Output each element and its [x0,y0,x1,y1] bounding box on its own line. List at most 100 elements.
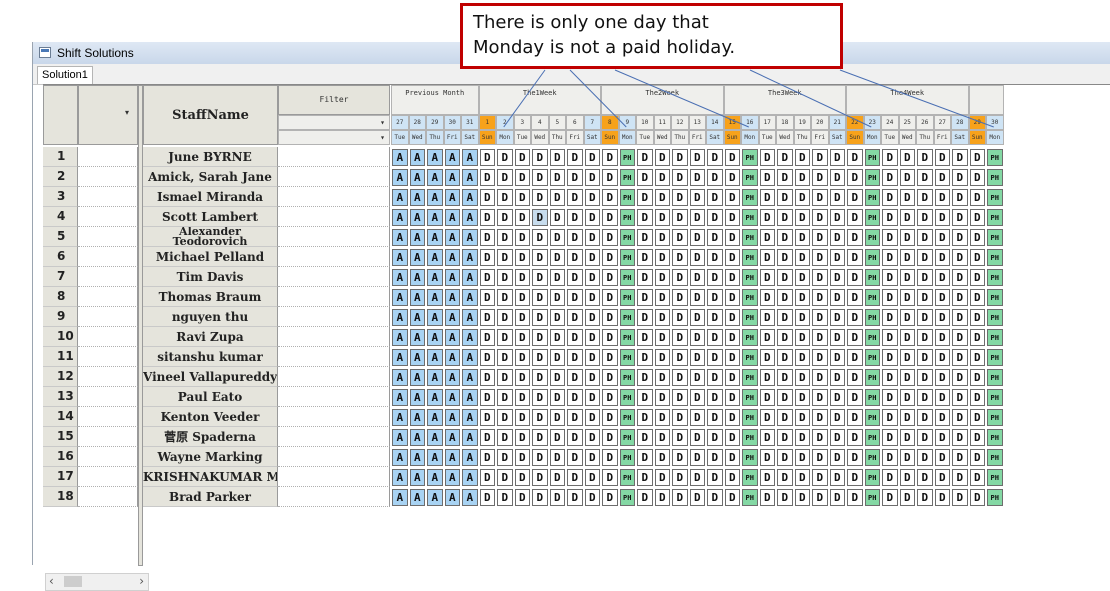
shift-cell[interactable]: D [532,389,548,406]
shift-cell[interactable]: D [549,489,565,506]
shift-cell[interactable]: D [882,149,898,166]
shift-cell[interactable]: D [759,289,775,306]
shift-cell[interactable]: D [969,269,985,286]
shift-cell[interactable]: D [549,389,565,406]
shift-cell[interactable]: D [794,389,810,406]
shift-cell[interactable]: PH [619,209,635,226]
shift-cell[interactable]: D [689,469,705,486]
shift-cell[interactable]: D [724,449,740,466]
shift-cell[interactable]: D [777,429,793,446]
shift-cell[interactable]: D [567,489,583,506]
shift-cell[interactable]: D [532,469,548,486]
shift-cell[interactable]: D [584,469,600,486]
shift-cell[interactable]: D [532,249,548,266]
shift-cell[interactable]: A [392,269,408,286]
filter-dropdown-2[interactable]: ▾ [278,130,390,145]
shift-cell[interactable]: D [707,489,723,506]
shift-cell[interactable]: A [392,249,408,266]
shift-cell[interactable]: A [462,229,478,246]
shift-cell[interactable]: D [829,329,845,346]
shift-cell[interactable]: D [584,389,600,406]
shift-cell[interactable]: D [637,249,653,266]
shift-cell[interactable]: D [672,169,688,186]
shift-cell[interactable]: D [794,229,810,246]
shift-cell[interactable]: D [899,329,915,346]
shift-cell[interactable]: D [549,329,565,346]
shift-cell[interactable]: A [462,309,478,326]
shift-cell[interactable]: D [812,269,828,286]
shift-cell[interactable]: D [812,209,828,226]
chevron-down-icon[interactable]: ▾ [380,133,385,142]
shift-cell[interactable]: D [882,429,898,446]
shift-cell[interactable]: D [567,149,583,166]
shift-cell[interactable]: D [952,409,968,426]
shift-cell[interactable]: D [689,309,705,326]
shift-cell[interactable]: D [969,249,985,266]
staff-name[interactable]: sitanshu kumar [143,347,278,367]
shift-cell[interactable]: D [899,489,915,506]
shift-cell[interactable]: D [917,289,933,306]
shift-cell[interactable]: D [637,369,653,386]
shift-cell[interactable]: D [549,189,565,206]
shift-cell[interactable]: A [462,169,478,186]
shift-cell[interactable]: D [567,349,583,366]
shift-cell[interactable]: D [637,229,653,246]
shift-cell[interactable]: D [654,209,670,226]
shift-cell[interactable]: PH [619,349,635,366]
shift-cell[interactable]: D [917,189,933,206]
shift-cell[interactable]: D [567,269,583,286]
shift-cell[interactable]: D [532,189,548,206]
shift-cell[interactable]: D [602,229,618,246]
shift-cell[interactable]: D [479,269,495,286]
shift-cell[interactable]: D [934,209,950,226]
shift-cell[interactable]: D [532,309,548,326]
shift-cell[interactable]: D [882,449,898,466]
shift-cell[interactable]: D [759,309,775,326]
scroll-thumb[interactable] [64,576,82,587]
shift-cell[interactable]: A [444,269,460,286]
shift-cell[interactable]: A [409,469,425,486]
shift-cell[interactable]: A [392,149,408,166]
shift-cell[interactable]: D [707,209,723,226]
shift-cell[interactable]: D [602,169,618,186]
shift-cell[interactable]: D [952,289,968,306]
shift-cell[interactable]: D [899,409,915,426]
shift-cell[interactable]: PH [742,289,758,306]
chevron-down-icon[interactable]: ▾ [380,118,385,127]
shift-cell[interactable]: D [812,349,828,366]
shift-cell[interactable]: D [794,289,810,306]
shift-cell[interactable]: D [899,189,915,206]
shift-cell[interactable]: D [952,429,968,446]
shift-cell[interactable]: D [829,289,845,306]
shift-cell[interactable]: D [514,489,530,506]
shift-cell[interactable]: A [427,489,443,506]
shift-cell[interactable]: A [427,309,443,326]
shift-cell[interactable]: A [392,449,408,466]
shift-cell[interactable]: D [952,229,968,246]
shift-cell[interactable]: D [934,229,950,246]
shift-cell[interactable]: D [812,489,828,506]
shift-cell[interactable]: D [794,249,810,266]
shift-cell[interactable]: D [952,309,968,326]
shift-cell[interactable]: A [392,429,408,446]
shift-cell[interactable]: A [427,409,443,426]
shift-cell[interactable]: D [672,209,688,226]
shift-cell[interactable]: A [392,229,408,246]
shift-cell[interactable]: D [969,349,985,366]
shift-cell[interactable]: D [899,169,915,186]
shift-cell[interactable]: D [672,489,688,506]
shift-cell[interactable]: PH [864,389,880,406]
shift-cell[interactable]: D [952,489,968,506]
shift-cell[interactable]: D [549,309,565,326]
shift-cell[interactable]: D [479,149,495,166]
shift-cell[interactable]: D [777,149,793,166]
shift-cell[interactable]: D [882,229,898,246]
shift-cell[interactable]: D [549,209,565,226]
shift-cell[interactable]: D [584,269,600,286]
shift-cell[interactable]: D [794,309,810,326]
shift-cell[interactable]: PH [987,289,1003,306]
shift-cell[interactable]: A [444,229,460,246]
shift-cell[interactable]: D [969,389,985,406]
shift-cell[interactable]: D [567,289,583,306]
shift-cell[interactable]: D [707,449,723,466]
